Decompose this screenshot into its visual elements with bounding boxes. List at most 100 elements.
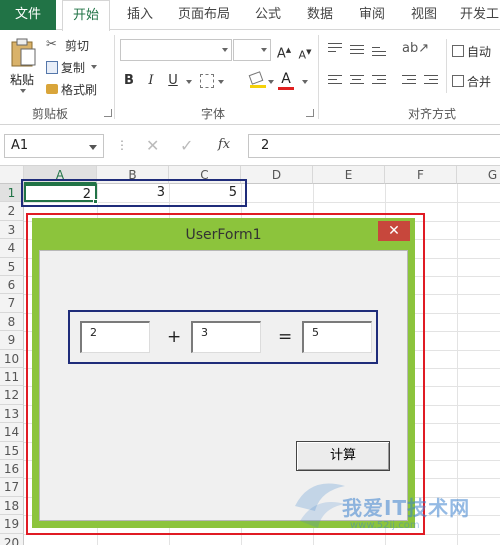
merge-icon: [452, 75, 464, 87]
highlight-inputs-box: [68, 310, 378, 364]
divider: [318, 35, 319, 119]
tab-formulas[interactable]: 公式: [250, 0, 286, 30]
cut-button[interactable]: ✂ 剪切: [46, 35, 89, 55]
italic-button[interactable]: I: [142, 71, 160, 91]
align-middle-icon[interactable]: [350, 45, 364, 57]
tab-review[interactable]: 审阅: [354, 0, 390, 30]
chevron-down-icon[interactable]: [302, 80, 308, 84]
row-header[interactable]: 6: [0, 276, 24, 295]
row-header[interactable]: 12: [0, 386, 24, 405]
column-header-d[interactable]: D: [241, 166, 313, 184]
wrap-text-button[interactable]: 自动: [452, 41, 491, 61]
paste-label: 粘贴: [10, 73, 35, 87]
paste-button[interactable]: 粘贴: [6, 35, 40, 99]
group-divider: [446, 39, 447, 93]
copy-icon: [46, 60, 58, 74]
chevron-down-icon: [91, 65, 98, 69]
cut-label: 剪切: [65, 38, 90, 53]
chevron-down-icon[interactable]: [186, 80, 192, 84]
paintbrush-icon: [46, 84, 58, 94]
increase-indent-icon[interactable]: [424, 75, 438, 87]
column-header-e[interactable]: E: [313, 166, 385, 184]
bold-button[interactable]: B: [120, 71, 138, 91]
align-left-icon[interactable]: [328, 75, 342, 87]
column-header-g[interactable]: G: [457, 166, 500, 184]
scissors-icon: ✂: [46, 37, 57, 52]
divider: [114, 35, 115, 119]
row-header[interactable]: 18: [0, 496, 24, 516]
align-bottom-icon[interactable]: [372, 47, 386, 59]
watermark-text: 我爱IT技术网: [342, 496, 471, 520]
row-header[interactable]: 3: [0, 220, 24, 240]
clipboard-launcher[interactable]: [104, 109, 112, 117]
chevron-down-icon: [222, 48, 228, 52]
watermark-logo-icon: [295, 483, 345, 528]
increase-font-size-icon[interactable]: A▲: [275, 40, 293, 61]
name-box[interactable]: A1: [4, 134, 104, 158]
row-header[interactable]: 4: [0, 239, 24, 258]
chevron-down-icon: [89, 145, 97, 150]
tab-data[interactable]: 数据: [302, 0, 338, 30]
insert-function-icon[interactable]: fx: [218, 137, 230, 152]
row-header[interactable]: 17: [0, 478, 24, 497]
cancel-icon[interactable]: ✕: [146, 136, 159, 155]
chevron-down-icon: [261, 48, 267, 52]
format-painter-button[interactable]: 格式刷: [46, 79, 97, 99]
name-box-value: A1: [11, 138, 29, 153]
tab-insert[interactable]: 插入: [122, 0, 158, 30]
row-header[interactable]: 13: [0, 404, 24, 424]
row-header[interactable]: 11: [0, 368, 24, 387]
row-header[interactable]: 7: [0, 294, 24, 313]
align-top-icon[interactable]: [328, 43, 342, 55]
formula-input[interactable]: 2: [248, 134, 500, 158]
formula-bar-grip-icon: ⋮: [116, 138, 128, 152]
column-header-f[interactable]: F: [385, 166, 457, 184]
tab-home[interactable]: 开始: [62, 0, 110, 31]
decrease-font-size-icon[interactable]: A▼: [296, 42, 314, 62]
font-color-icon[interactable]: A: [278, 71, 294, 91]
row-header[interactable]: 16: [0, 460, 24, 479]
underline-button[interactable]: U: [164, 71, 182, 91]
tab-view[interactable]: 视图: [406, 0, 442, 30]
ribbon: 粘贴 ✂ 剪切 复制 格式刷 剪贴板 A▲ A▼ B I U A 字体 ab↗: [0, 31, 500, 125]
row-header[interactable]: 9: [0, 331, 24, 350]
confirm-icon[interactable]: ✓: [180, 136, 193, 155]
wrap-text-label: 自动: [467, 44, 492, 59]
chevron-down-icon[interactable]: [218, 80, 224, 84]
font-size-dropdown[interactable]: [233, 39, 271, 61]
formula-bar-buttons: ✕ ✓ fx: [130, 134, 244, 158]
row-header[interactable]: 8: [0, 312, 24, 332]
watermark: 我爱IT技术网 www.52ij.com: [290, 462, 500, 542]
font-launcher[interactable]: [306, 109, 314, 117]
row-header[interactable]: 15: [0, 441, 24, 460]
watermark-url: www.52ij.com: [350, 520, 420, 531]
copy-button[interactable]: 复制: [46, 57, 98, 77]
alignment-group-label: 对齐方式: [408, 107, 457, 121]
row-header[interactable]: 20: [0, 533, 24, 545]
merge-label: 合并: [467, 74, 492, 89]
font-name-dropdown[interactable]: [120, 39, 232, 61]
clipboard-group-label: 剪贴板: [32, 107, 69, 121]
format-painter-label: 格式刷: [61, 82, 98, 97]
row-header[interactable]: 10: [0, 349, 24, 368]
tab-developer[interactable]: 开发工: [460, 0, 500, 30]
row-header[interactable]: 19: [0, 515, 24, 534]
merge-button[interactable]: 合并: [452, 71, 491, 91]
tab-file[interactable]: 文件: [0, 0, 56, 30]
row-header[interactable]: 5: [0, 257, 24, 276]
decrease-indent-icon[interactable]: [402, 75, 416, 87]
wrap-text-icon: [452, 45, 464, 57]
highlight-cells-box: [21, 179, 247, 207]
copy-label: 复制: [61, 60, 86, 75]
align-center-icon[interactable]: [350, 75, 364, 87]
formula-bar: A1 ⋮ ✕ ✓ fx 2: [0, 126, 500, 166]
ribbon-tabs: 文件 开始 插入 页面布局 公式 数据 审阅 视图 开发工: [0, 0, 500, 31]
row-header[interactable]: 14: [0, 423, 24, 442]
tab-page-layout[interactable]: 页面布局: [174, 0, 234, 30]
clipboard-icon: [11, 38, 36, 67]
border-icon[interactable]: [200, 74, 214, 88]
align-right-icon[interactable]: [372, 75, 386, 87]
fill-color-icon[interactable]: [248, 71, 266, 89]
chevron-down-icon[interactable]: [268, 80, 274, 84]
orientation-icon[interactable]: ab↗: [402, 41, 429, 56]
